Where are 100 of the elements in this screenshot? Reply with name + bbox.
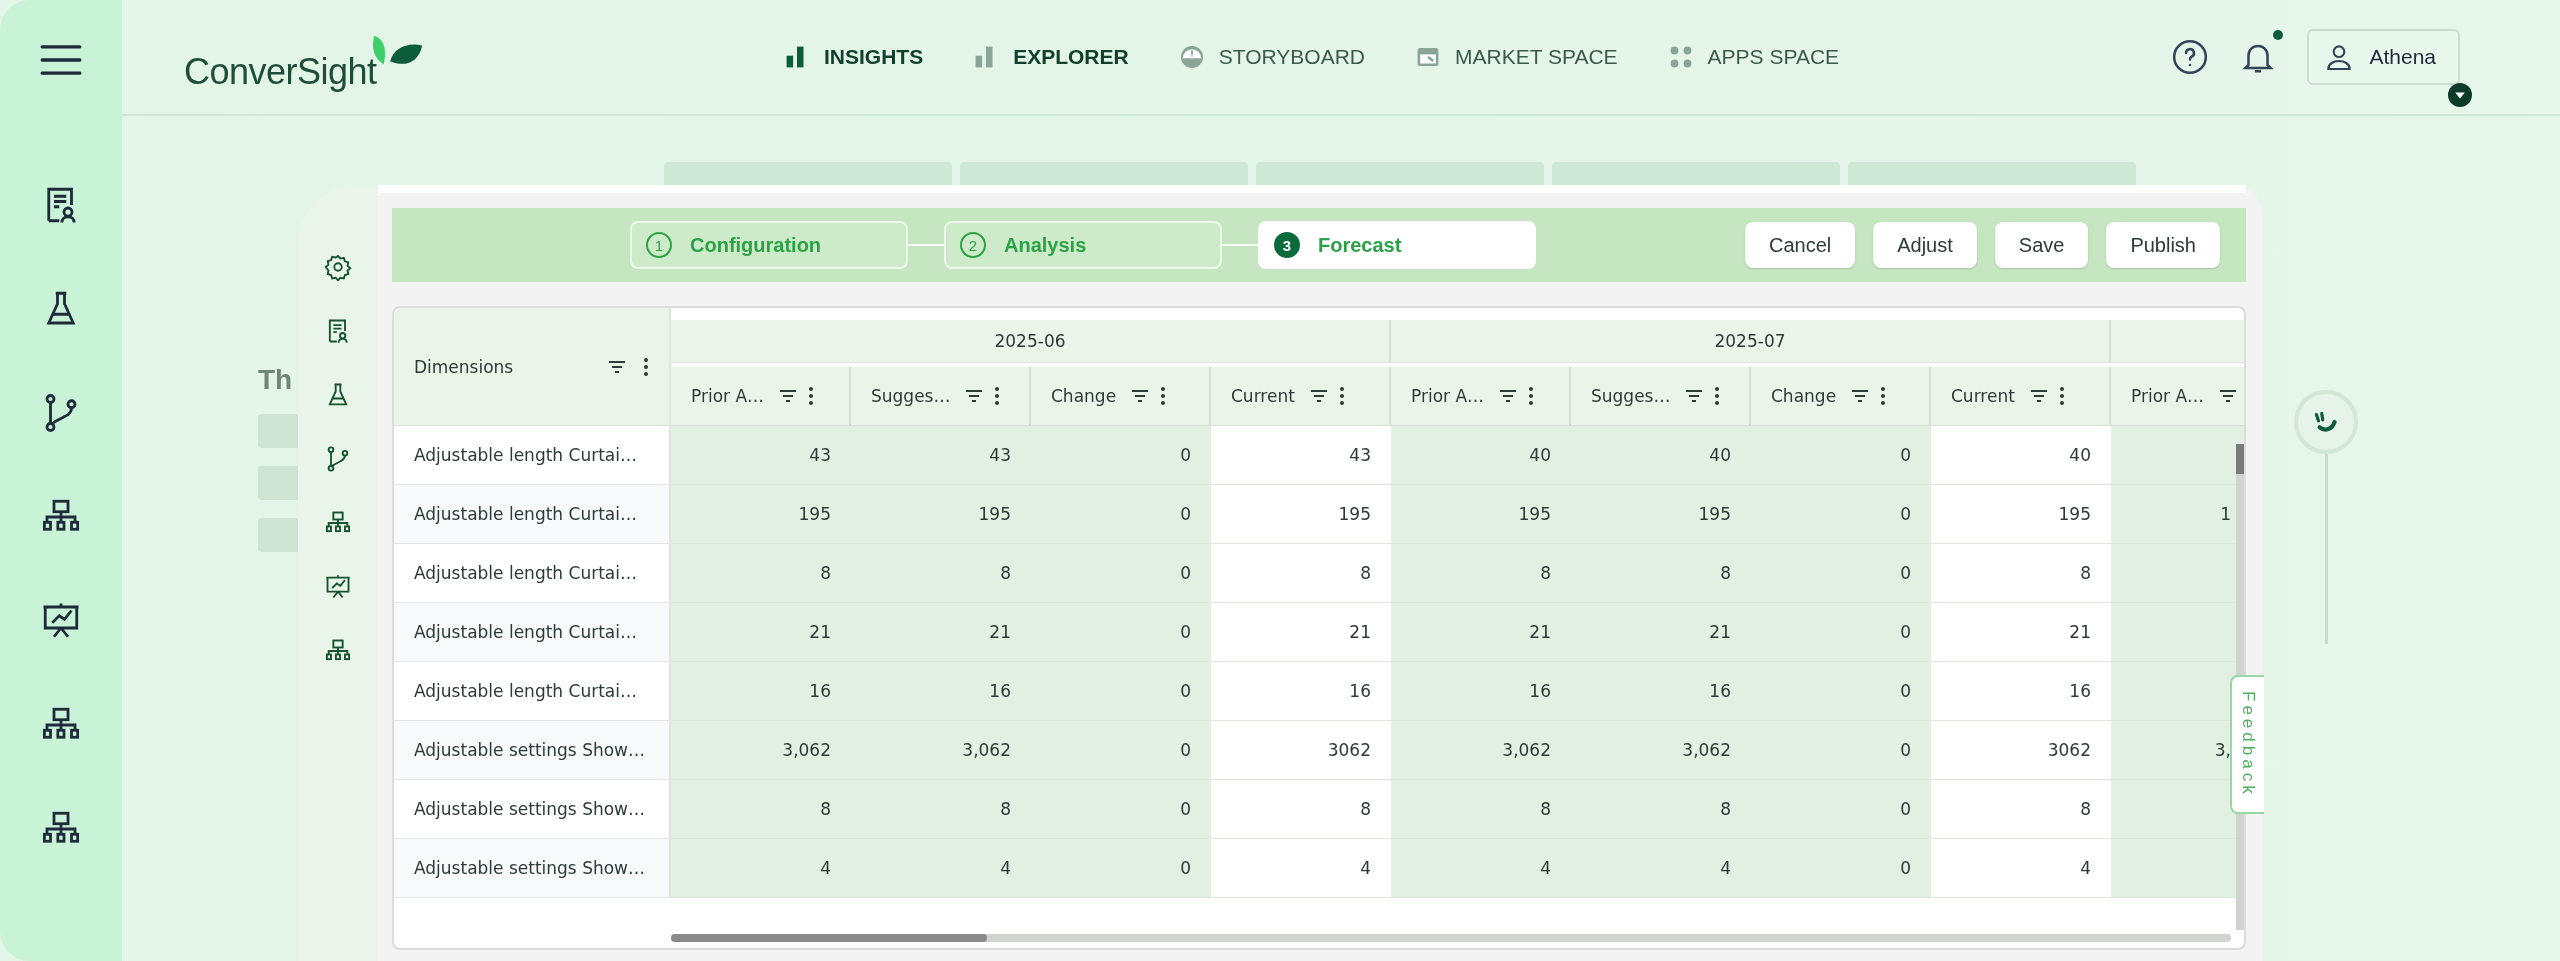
filter-icon[interactable]: [2028, 388, 2049, 404]
table-cell: 0: [1751, 839, 1931, 898]
kebab-menu-icon[interactable]: [643, 356, 649, 377]
table-cell: 8: [1391, 544, 1571, 603]
table-cell: 8: [1391, 780, 1571, 839]
table-cell: 4: [1571, 839, 1751, 898]
column-header[interactable]: Sugges…: [851, 367, 1031, 426]
column-header[interactable]: Dimensions: [394, 308, 671, 426]
table-cell: 0: [1751, 721, 1931, 780]
column-header[interactable]: Current: [1211, 367, 1391, 426]
table-cell: 21: [671, 603, 851, 662]
help-icon[interactable]: [2171, 38, 2210, 76]
table-cell: 195: [671, 485, 851, 544]
kebab-menu-icon[interactable]: [2058, 386, 2065, 406]
kebab-menu-icon[interactable]: [1338, 386, 1345, 406]
column-header-label: Change: [1051, 386, 1117, 406]
nav-link[interactable]: INSIGHTS: [784, 44, 924, 70]
filter-icon[interactable]: [1130, 388, 1151, 404]
presentation-icon[interactable]: [324, 573, 352, 601]
filter-icon[interactable]: [1684, 388, 1705, 404]
action-button[interactable]: Publish: [2106, 222, 2220, 268]
table-cell: Adjustable length Curtai…: [394, 603, 671, 662]
table-cell: 0: [1031, 485, 1211, 544]
table-cell: 0: [1031, 662, 1211, 721]
table-cell: 0: [1751, 426, 1931, 485]
table-cell: 16: [851, 662, 1031, 721]
table-cell: 21: [1391, 603, 1571, 662]
column-header[interactable]: Current: [1931, 367, 2111, 426]
table-cell: 8: [1571, 780, 1751, 839]
logo-text: ConverSight: [184, 51, 377, 93]
table-cell: 40: [1391, 426, 1571, 485]
action-button[interactable]: Save: [1994, 222, 2089, 268]
table-cell: 4: [851, 839, 1031, 898]
table-cell: 3,062: [1391, 721, 1571, 780]
user-menu-button[interactable]: Athena: [2307, 29, 2460, 85]
gauge-icon: [1178, 44, 1205, 70]
table-cell: 0: [1031, 839, 1211, 898]
column-header[interactable]: Change: [1751, 367, 1931, 426]
column-header-label: Prior A…: [691, 386, 765, 406]
table-cell: 195: [851, 485, 1031, 544]
table-cell: 195: [1391, 485, 1571, 544]
horizontal-scrollbar[interactable]: [671, 934, 2231, 942]
filter-icon[interactable]: [778, 388, 799, 404]
column-header[interactable]: Change: [1031, 367, 1211, 426]
filter-icon[interactable]: [1498, 388, 1519, 404]
table-cell: 16: [1391, 662, 1571, 721]
settings-icon[interactable]: [324, 253, 352, 281]
nav-link[interactable]: MARKET SPACE: [1415, 44, 1618, 70]
kebab-menu-icon[interactable]: [994, 386, 1001, 406]
kebab-menu-icon[interactable]: [808, 386, 815, 406]
table-cell: 0: [1751, 603, 1931, 662]
table-cell: 0: [1751, 662, 1931, 721]
filter-icon[interactable]: [964, 388, 985, 404]
column-header[interactable]: Prior A…: [1391, 367, 1571, 426]
table-cell: 8: [851, 780, 1031, 839]
table-cell: 21: [1571, 603, 1751, 662]
table-cell: 0: [1751, 485, 1931, 544]
kebab-menu-icon[interactable]: [1160, 386, 1167, 406]
table-cell: 16: [1571, 662, 1751, 721]
filter-icon[interactable]: [1850, 388, 1871, 404]
dropdown-caret-icon[interactable]: [2448, 83, 2472, 107]
table-cell: 195: [1571, 485, 1751, 544]
step-tab[interactable]: 3 Forecast: [1258, 221, 1536, 269]
column-header-label: Current: [1231, 386, 1295, 406]
filter-icon[interactable]: [1308, 388, 1329, 404]
nav-link[interactable]: EXPLORER: [973, 44, 1129, 70]
action-button[interactable]: Cancel: [1744, 222, 1856, 268]
table-cell: 16: [671, 662, 851, 721]
table-cell: 0: [1031, 780, 1211, 839]
column-group-header: 2025-06: [671, 320, 1391, 363]
table-cell: 3,062: [1571, 721, 1751, 780]
column-header[interactable]: Prior A…: [2111, 367, 2244, 426]
table-cell: Adjustable length Curtai…: [394, 426, 671, 485]
table-cell: 0: [1031, 426, 1211, 485]
nav-link[interactable]: APPS SPACE: [1667, 44, 1840, 70]
kebab-menu-icon[interactable]: [1528, 386, 1535, 406]
table-cell: 0: [1031, 603, 1211, 662]
menu-icon[interactable]: [40, 44, 82, 76]
action-button[interactable]: Adjust: [1873, 222, 1977, 268]
filter-icon[interactable]: [2218, 388, 2239, 404]
table-cell: Adjustable length Curtai…: [394, 544, 671, 603]
table-cell: 0: [1031, 544, 1211, 603]
column-header-label: Prior A…: [1411, 386, 1485, 406]
table-cell: 8: [851, 544, 1031, 603]
column-header[interactable]: Prior A…: [671, 367, 851, 426]
kebab-menu-icon[interactable]: [1880, 386, 1887, 406]
table-cell: 4: [671, 839, 851, 898]
column-header-label: Current: [1951, 386, 2015, 406]
kebab-menu-icon[interactable]: [1714, 386, 1721, 406]
column-header-label: Dimensions: [414, 356, 514, 377]
column-header-label: Prior A…: [2131, 386, 2205, 406]
table-cell: 8: [671, 544, 851, 603]
table-cell: 3,062: [851, 721, 1031, 780]
table-cell: 43: [851, 426, 1031, 485]
table-cell: 8: [1571, 544, 1751, 603]
nav-link[interactable]: STORYBOARD: [1178, 44, 1365, 70]
table-cell: 4: [1391, 839, 1571, 898]
filter-icon[interactable]: [607, 358, 627, 375]
column-header-label: Sugges…: [1591, 386, 1671, 406]
column-header[interactable]: Sugges…: [1571, 367, 1751, 426]
